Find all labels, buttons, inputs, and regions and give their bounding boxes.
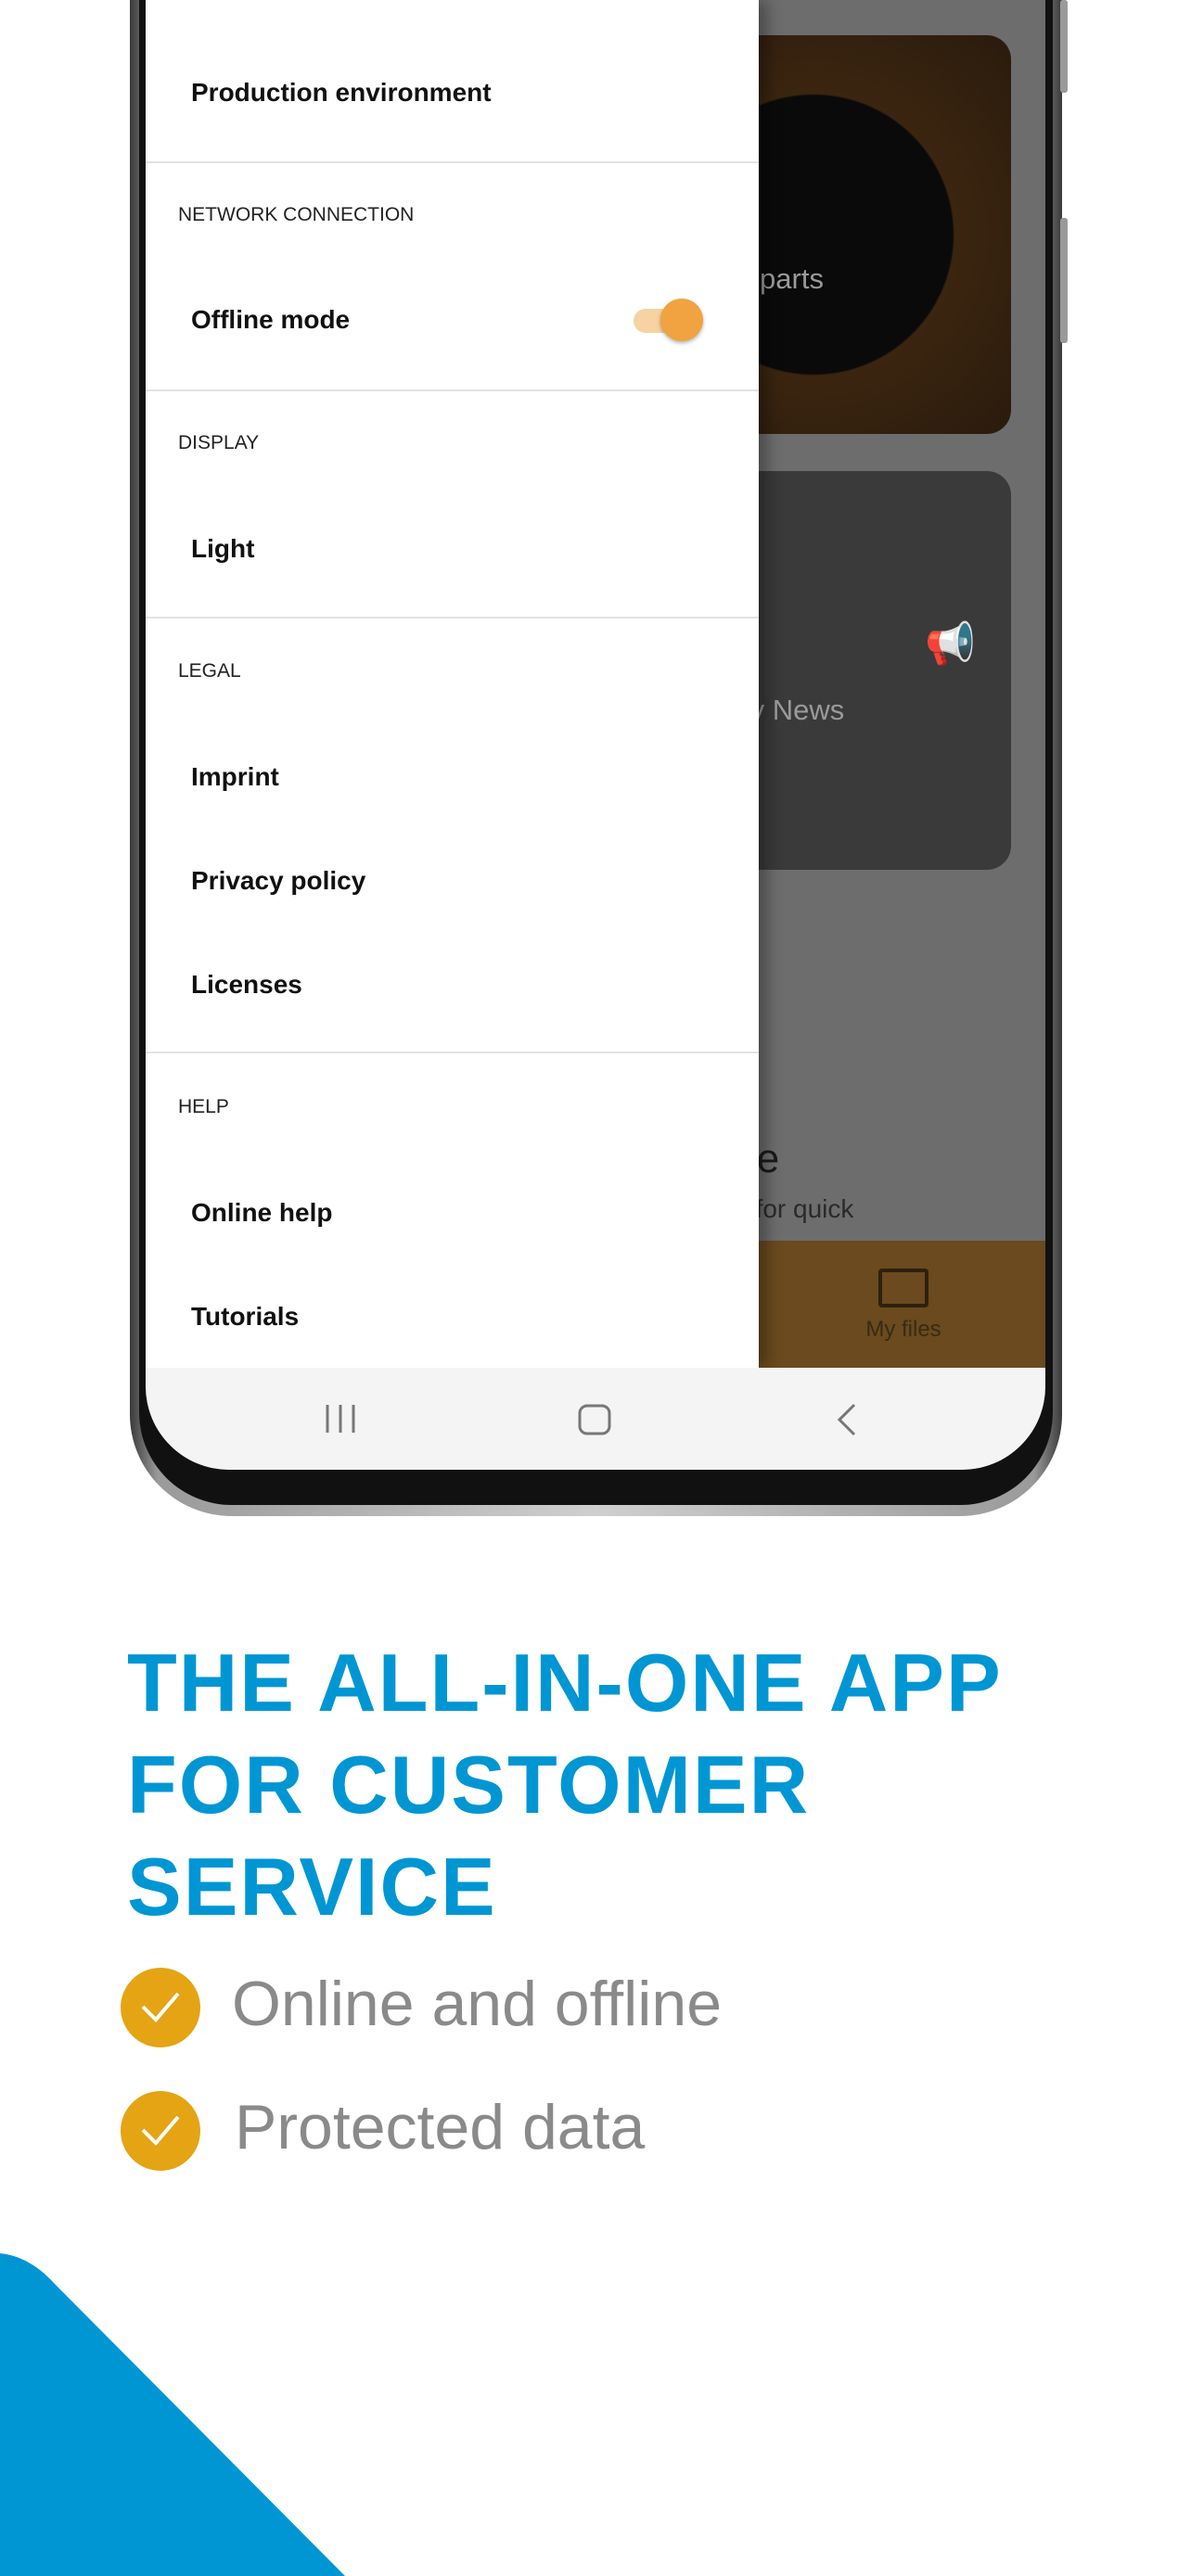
promo-heading: THE ALL-IN-ONE APP FOR CUSTOMER SERVICE (127, 1632, 1003, 1938)
menu-item-imprint[interactable]: Imprint (191, 762, 279, 792)
feature-online-offline: Online and offline (232, 1969, 723, 2039)
settings-drawer: Production environment NETWORK CONNECTIO… (146, 0, 759, 1368)
phone-side-button (1060, 218, 1068, 343)
check-icon (121, 1968, 200, 2047)
menu-item-production-environment[interactable]: Production environment (191, 78, 492, 108)
back-icon[interactable] (834, 1403, 862, 1436)
menu-item-tutorials[interactable]: Tutorials (191, 1302, 299, 1332)
home-icon[interactable] (576, 1403, 613, 1436)
section-header-display: DISPLAY (178, 432, 260, 453)
heading-line: FOR CUSTOMER (127, 1739, 811, 1830)
tab-label: My files (865, 1317, 941, 1342)
menu-item-offline-mode[interactable]: Offline mode (191, 305, 350, 335)
phone-screen: pareparts 📢 ustry News able files for qu… (146, 0, 1045, 1470)
system-nav-bar (146, 1368, 1045, 1470)
feature-protected-data: Protected data (235, 2092, 646, 2162)
megaphone-icon: 📢 (925, 621, 976, 667)
section-header-legal: LEGAL (178, 660, 241, 682)
decorative-blue-shape (0, 2253, 345, 2576)
menu-item-online-help[interactable]: Online help (191, 1198, 332, 1228)
menu-item-light[interactable]: Light (191, 534, 254, 564)
check-icon (121, 2091, 200, 2171)
heading-line: SERVICE (127, 1841, 497, 1932)
phone-side-button (1060, 0, 1068, 93)
divider (146, 617, 759, 618)
recent-apps-icon[interactable] (322, 1403, 359, 1435)
divider (146, 161, 759, 163)
folder-icon (878, 1269, 928, 1307)
heading-line: THE ALL-IN-ONE APP (127, 1637, 1003, 1728)
section-header-help: HELP (178, 1096, 229, 1117)
divider (146, 1052, 759, 1053)
menu-item-licenses[interactable]: Licenses (191, 970, 302, 1000)
menu-item-privacy-policy[interactable]: Privacy policy (191, 866, 365, 896)
section-header-network: NETWORK CONNECTION (178, 204, 415, 225)
tab-my-files[interactable]: My files (848, 1269, 959, 1343)
divider (146, 389, 759, 391)
